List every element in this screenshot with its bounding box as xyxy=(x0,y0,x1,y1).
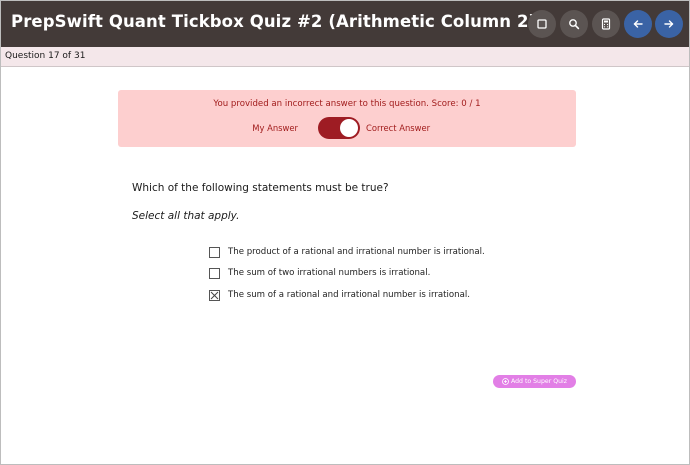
question-instruction: Select all that apply. xyxy=(132,210,240,222)
checkbox-1[interactable] xyxy=(209,247,220,258)
checkbox-3[interactable] xyxy=(209,290,220,301)
checkbox-2[interactable] xyxy=(209,268,220,279)
question-text: Which of the following statements must b… xyxy=(132,182,389,194)
add-to-super-quiz-button[interactable]: Add to Super Quiz xyxy=(493,375,576,388)
option-3[interactable]: The sum of a rational and irrational num… xyxy=(209,290,499,302)
square-icon xyxy=(537,19,547,29)
previous-question-button[interactable] xyxy=(624,10,652,38)
checked-x-icon xyxy=(210,291,219,300)
quiz-title: PrepSwift Quant Tickbox Quiz #2 (Arithme… xyxy=(11,12,537,31)
square-button[interactable] xyxy=(528,10,556,38)
arrow-left-icon xyxy=(633,20,643,28)
correct-answer-label[interactable]: Correct Answer xyxy=(366,123,430,133)
toggle-knob xyxy=(340,119,358,137)
calculator-icon xyxy=(601,18,611,30)
quiz-window: PrepSwift Quant Tickbox Quiz #2 (Arithme… xyxy=(0,0,690,465)
option-1-label: The product of a rational and irrational… xyxy=(228,247,485,257)
plus-circle-icon xyxy=(502,378,509,385)
feedback-message: You provided an incorrect answer to this… xyxy=(213,99,481,109)
super-quiz-label: Add to Super Quiz xyxy=(511,378,567,385)
question-counter-bar: Question 17 of 31 xyxy=(1,47,689,67)
search-button[interactable] xyxy=(560,10,588,38)
option-3-label: The sum of a rational and irrational num… xyxy=(228,290,471,300)
feedback-alert: You provided an incorrect answer to this… xyxy=(118,90,576,147)
answer-view-toggle[interactable] xyxy=(318,117,360,139)
option-1[interactable]: The product of a rational and irrational… xyxy=(209,247,499,259)
search-icon xyxy=(569,19,580,30)
option-2[interactable]: The sum of two irrational numbers is irr… xyxy=(209,268,499,280)
top-bar: PrepSwift Quant Tickbox Quiz #2 (Arithme… xyxy=(1,1,689,47)
option-2-label: The sum of two irrational numbers is irr… xyxy=(228,268,431,278)
next-question-button[interactable] xyxy=(655,10,683,38)
arrow-right-icon xyxy=(664,20,674,28)
answer-toggle-row: My Answer Correct Answer xyxy=(118,117,576,139)
question-counter: Question 17 of 31 xyxy=(5,51,86,61)
calculator-button[interactable] xyxy=(592,10,620,38)
my-answer-label[interactable]: My Answer xyxy=(252,123,298,133)
